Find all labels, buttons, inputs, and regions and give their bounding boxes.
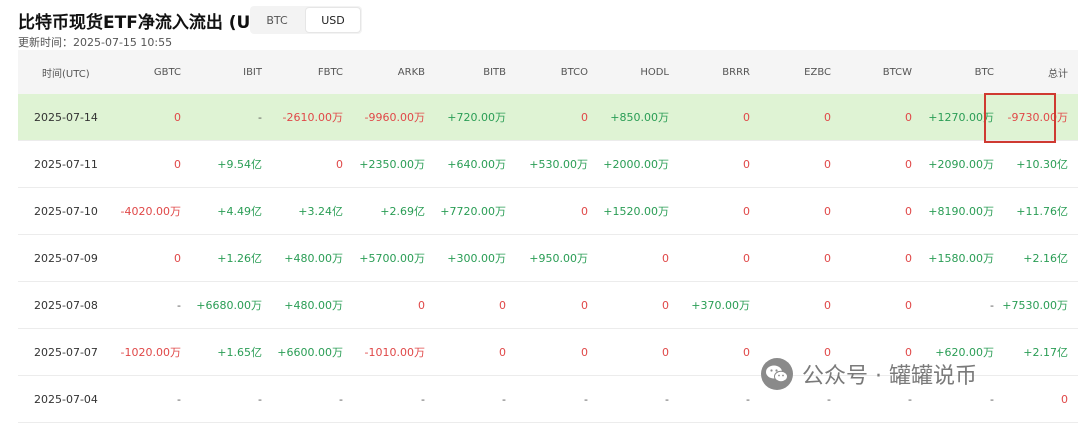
cell-brrr: - (746, 392, 750, 406)
cell-fbtc: +480.00万 (284, 252, 343, 265)
cell-gbtc: 0 (174, 157, 181, 171)
cell-total: +7530.00万 (1002, 299, 1068, 312)
cell-arkb: 0 (418, 298, 425, 312)
table-row[interactable]: 2025-07-11 0 +9.54亿 0 +2350.00万 +640.00万 +530.… (18, 141, 1078, 188)
cell-btco: +530.00万 (529, 158, 588, 171)
cell-total: 0 (1061, 392, 1068, 406)
cell-btco: +950.00万 (529, 252, 588, 265)
toggle-usd-button[interactable]: USD (305, 7, 361, 33)
cell-fbtc: +6600.00万 (277, 346, 343, 359)
column-header-total: 总计 (1048, 68, 1068, 80)
wechat-icon (761, 358, 793, 390)
cell-hodl: +850.00万 (610, 111, 669, 124)
cell-ezbc: 0 (824, 110, 831, 124)
cell-btcw: 0 (905, 204, 912, 218)
column-header-btco: BTCO (560, 66, 588, 78)
column-header-hodl: HODL (640, 66, 669, 78)
cell-btco: 0 (581, 204, 588, 218)
cell-total: -9730.00万 (1007, 111, 1068, 124)
column-header-brrr: BRRR (722, 66, 750, 78)
currency-toggle: BTC USD (250, 6, 362, 34)
cell-arkb: +2350.00万 (359, 158, 425, 171)
cell-ibit: +4.49亿 (217, 205, 262, 218)
cell-brrr: 0 (743, 157, 750, 171)
cell-ezbc: 0 (824, 298, 831, 312)
cell-hodl: 0 (662, 345, 669, 359)
cell-btcw: 0 (905, 110, 912, 124)
cell-btco: - (584, 392, 588, 406)
page-title: 比特币现货ETF净流入流出 (USD) (18, 13, 285, 33)
cell-ibit: +1.65亿 (217, 346, 262, 359)
cell-total: +10.30亿 (1016, 158, 1068, 171)
cell-btco: 0 (581, 298, 588, 312)
updated-time: 更新时间：2025-07-15 10:55 (18, 36, 173, 49)
cell-brrr: 0 (743, 110, 750, 124)
cell-fbtc: -2610.00万 (282, 111, 343, 124)
table-header-row: 时间(UTC) GBTC IBIT FBTC ARKB BITB BTCO HODL BRRR E… (18, 50, 1078, 94)
cell-bitb: +7720.00万 (440, 205, 506, 218)
cell-hodl: - (665, 392, 669, 406)
cell-ibit: +9.54亿 (217, 158, 262, 171)
cell-hodl: +1520.00万 (603, 205, 669, 218)
cell-brrr: 0 (743, 251, 750, 265)
column-header-ibit: IBIT (243, 66, 262, 78)
cell-gbtc: 0 (174, 110, 181, 124)
column-header-arkb: ARKB (397, 66, 425, 78)
cell-ibit: - (258, 110, 262, 124)
cell-ezbc: 0 (824, 251, 831, 265)
table-row[interactable]: 2025-07-10 -4020.00万 +4.49亿 +3.24亿 +2.69亿 +77… (18, 188, 1078, 235)
cell-fbtc: - (339, 392, 343, 406)
cell-btcw: 0 (905, 157, 912, 171)
table-row[interactable]: 2025-07-09 0 +1.26亿 +480.00万 +5700.00万 +300.0… (18, 235, 1078, 282)
table-row[interactable]: 2025-07-08- +6680.00万 +480.00万 0 0 0 0 +370.00万… (18, 282, 1078, 329)
cell-btco: 0 (581, 345, 588, 359)
column-header-btcw: BTCW (882, 66, 912, 78)
cell-bitb: +640.00万 (447, 158, 506, 171)
cell-ezbc: 0 (824, 204, 831, 218)
cell-arkb: +5700.00万 (359, 252, 425, 265)
column-header-fbtc: FBTC (317, 66, 343, 78)
cell-arkb: -1010.00万 (364, 346, 425, 359)
column-header-ezbc: EZBC (804, 66, 831, 78)
cell-fbtc: 0 (336, 157, 343, 171)
cell-bitb: - (502, 392, 506, 406)
cell-ibit: - (258, 392, 262, 406)
cell-arkb: -9960.00万 (364, 111, 425, 124)
cell-hodl: 0 (662, 298, 669, 312)
cell-bitb: 0 (499, 298, 506, 312)
cell-gbtc: - (177, 298, 181, 312)
table-row[interactable]: 2025-07-14 0- -2610.00万 -9960.00万 +720.00万 0 +… (18, 94, 1078, 141)
toggle-btc-button[interactable]: BTC (250, 6, 304, 34)
cell-btco: 0 (581, 110, 588, 124)
cell-bitb: +720.00万 (447, 111, 506, 124)
cell-total: +2.16亿 (1023, 252, 1068, 265)
page-header: 比特币现货ETF净流入流出 (USD) BTC USD 更新时间：2025-07… (18, 6, 1068, 49)
cell-ibit: +6680.00万 (196, 299, 262, 312)
cell-gbtc: - (177, 392, 181, 406)
cell-fbtc: +480.00万 (284, 299, 343, 312)
column-header-bitb: BITB (483, 66, 506, 78)
column-header-gbtc: GBTC (153, 66, 181, 78)
cell-total: +2.17亿 (1023, 346, 1068, 359)
cell-fbtc: +3.24亿 (298, 205, 343, 218)
cell-btcw: 0 (905, 251, 912, 265)
cell-bitb: 0 (499, 345, 506, 359)
cell-gbtc: 0 (174, 251, 181, 265)
cell-arkb: +2.69亿 (380, 205, 425, 218)
cell-gbtc: -1020.00万 (120, 346, 181, 359)
cell-bitb: +300.00万 (447, 252, 506, 265)
watermark: 公众号 · 罐罐说币 (760, 356, 977, 392)
cell-hodl: 0 (662, 251, 669, 265)
cell-arkb: - (421, 392, 425, 406)
cell-btcw: 0 (905, 298, 912, 312)
cell-ibit: +1.26亿 (217, 252, 262, 265)
watermark-text: 公众号 · 罐罐说币 (802, 364, 977, 389)
cell-brrr: +370.00万 (691, 299, 750, 312)
cell-gbtc: -4020.00万 (120, 205, 181, 218)
cell-brrr: 0 (743, 345, 750, 359)
cell-total: +11.76亿 (1016, 205, 1068, 218)
cell-ezbc: 0 (824, 157, 831, 171)
cell-hodl: +2000.00万 (603, 158, 669, 171)
cell-brrr: 0 (743, 204, 750, 218)
